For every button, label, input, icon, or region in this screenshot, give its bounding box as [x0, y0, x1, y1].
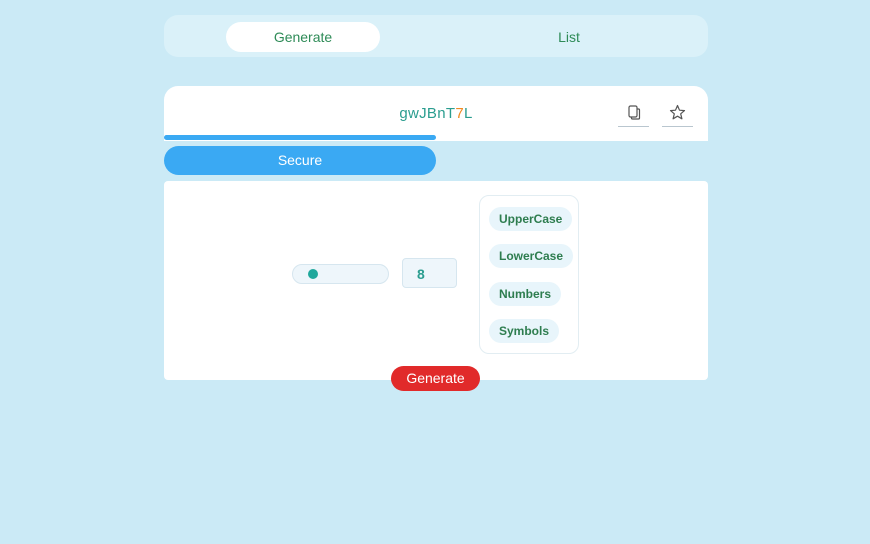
- toggle-symbols[interactable]: Symbols: [489, 319, 560, 343]
- strength-label: Secure: [164, 146, 436, 175]
- character-options: UpperCase LowerCase Numbers Symbols: [479, 195, 579, 354]
- copy-button[interactable]: [618, 98, 649, 127]
- password-char: 7: [455, 105, 465, 122]
- password-char: L: [464, 105, 473, 122]
- star-icon: [669, 104, 686, 119]
- tab-generate[interactable]: Generate: [226, 22, 380, 52]
- password-char: n: [437, 105, 446, 122]
- tab-list[interactable]: List: [492, 22, 646, 52]
- password-char: T: [445, 105, 456, 122]
- password-char: g: [399, 105, 408, 122]
- copy-icon: [627, 105, 640, 120]
- password-char: J: [419, 105, 427, 122]
- toggle-lowercase[interactable]: LowerCase: [489, 244, 574, 268]
- generate-button[interactable]: Generate: [391, 366, 480, 391]
- password-char: B: [426, 105, 438, 122]
- length-slider[interactable]: [292, 264, 389, 284]
- password-display: gwJBnT7L: [164, 86, 708, 141]
- strength-bar: [164, 135, 436, 140]
- length-slider-thumb[interactable]: [308, 269, 319, 279]
- length-input[interactable]: 8: [402, 258, 457, 288]
- toggle-uppercase[interactable]: UpperCase: [489, 207, 573, 231]
- password-char: w: [407, 105, 420, 122]
- favorite-button[interactable]: [662, 98, 693, 127]
- tab-bar: Generate List: [164, 15, 708, 57]
- toggle-numbers[interactable]: Numbers: [489, 282, 562, 306]
- options-panel: 8 UpperCase LowerCase Numbers Symbols: [164, 181, 708, 380]
